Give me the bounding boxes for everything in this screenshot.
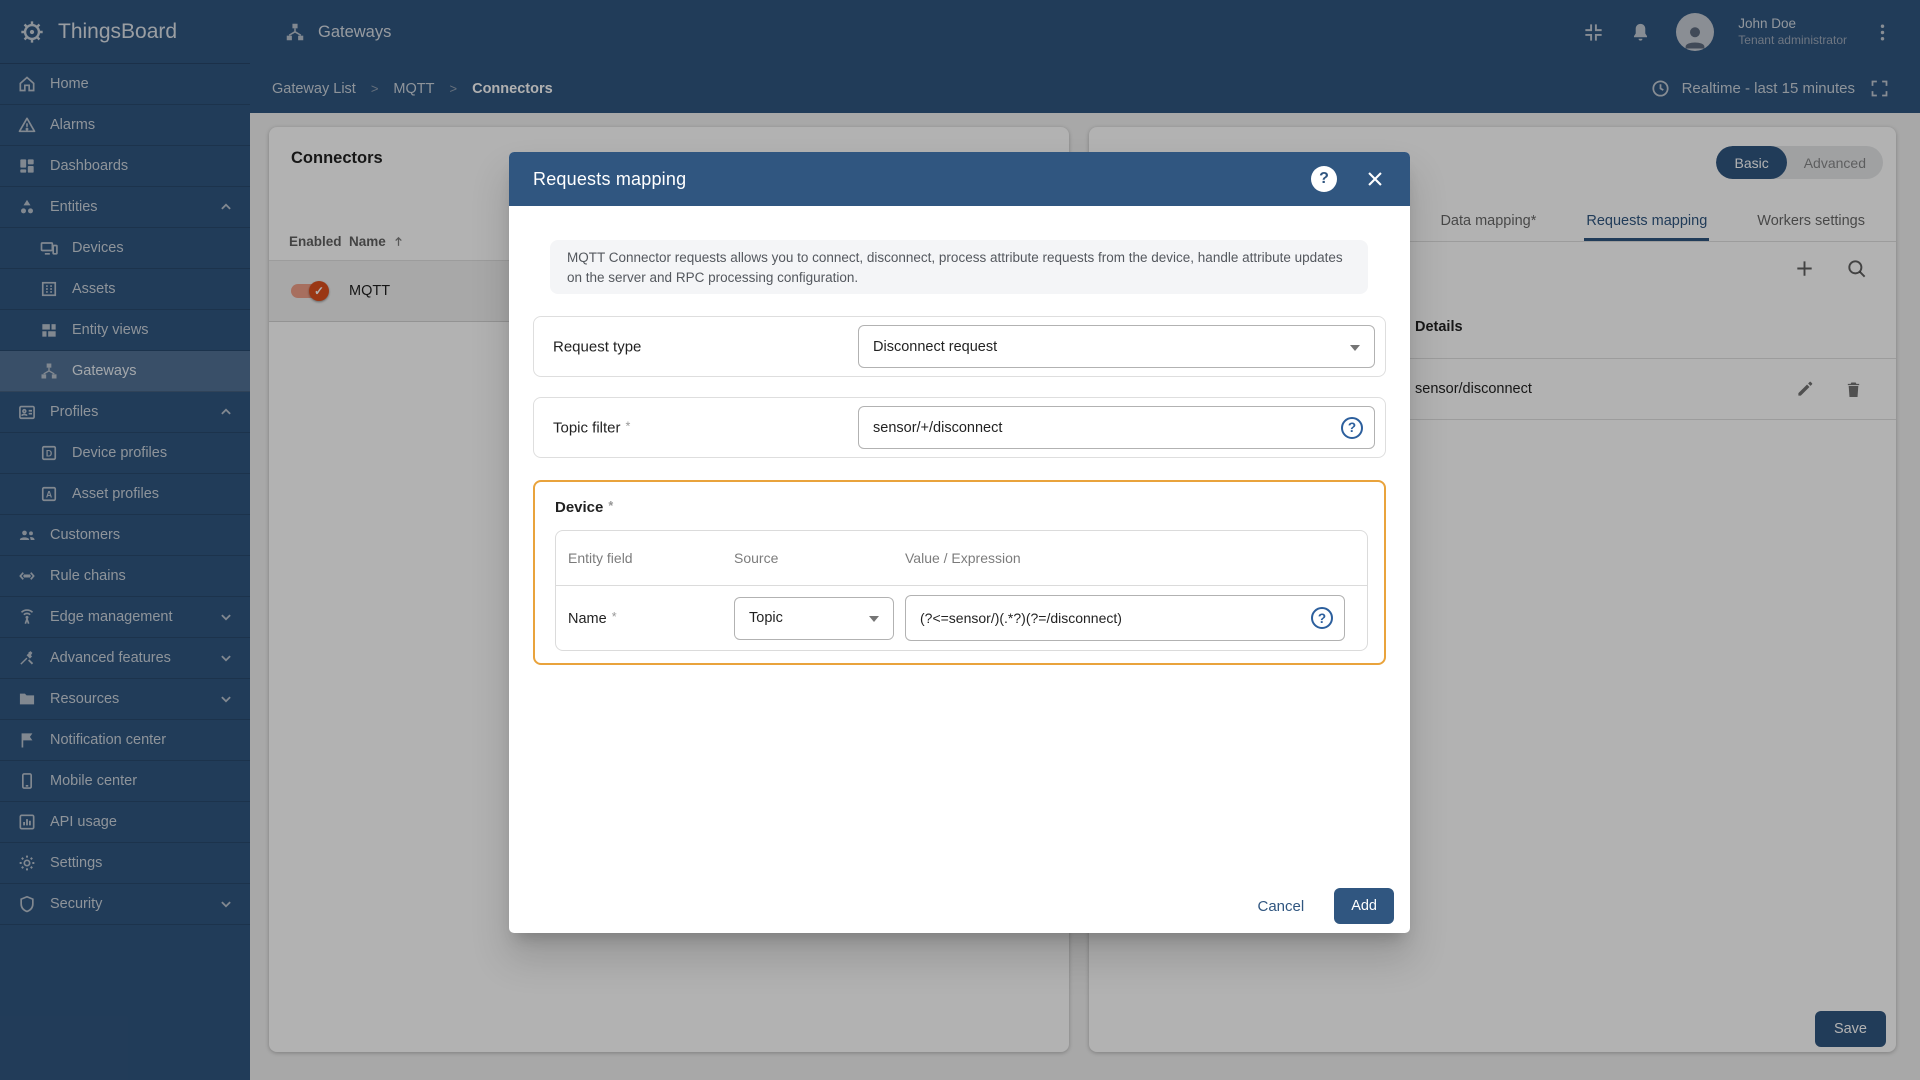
- request-type-label: Request type: [553, 338, 642, 355]
- dialog-footer: Cancel Add: [1257, 888, 1394, 924]
- topic-filter-help-icon[interactable]: ?: [1341, 416, 1363, 439]
- topic-filter-inputbox: ?: [858, 406, 1375, 449]
- device-table-row: Name Topic ?: [556, 586, 1367, 650]
- topic-filter-field: Topic filter ?: [533, 397, 1386, 458]
- device-column-header: Entity field: [568, 550, 633, 566]
- request-type-select[interactable]: Disconnect request: [858, 325, 1375, 368]
- help-icon[interactable]: ?: [1311, 166, 1337, 192]
- chevron-down-icon: [869, 616, 879, 622]
- cancel-button[interactable]: Cancel: [1257, 898, 1304, 915]
- info-banner: MQTT Connector requests allows you to co…: [550, 240, 1368, 294]
- device-column-header: Source: [734, 550, 779, 566]
- device-section: Device Entity field Source Value / Express…: [533, 480, 1386, 665]
- device-label: Device: [555, 499, 613, 516]
- device-expression-inputbox: ?: [905, 595, 1345, 641]
- device-source-select[interactable]: Topic: [734, 596, 894, 640]
- topic-filter-label: Topic filter: [553, 419, 630, 436]
- add-button[interactable]: Add: [1334, 888, 1394, 924]
- topic-filter-input[interactable]: [859, 407, 1374, 448]
- chevron-down-icon: [1350, 344, 1360, 351]
- close-icon[interactable]: [1364, 168, 1386, 190]
- device-table-header: Entity field Source Value / Expression: [556, 531, 1367, 586]
- dialog-title: Requests mapping: [533, 168, 687, 189]
- expression-help-icon[interactable]: ?: [1311, 607, 1333, 629]
- request-type-field: Request type Disconnect request: [533, 316, 1386, 377]
- device-expression-input[interactable]: [906, 596, 1344, 640]
- dialog-header: Requests mapping ?: [509, 152, 1410, 206]
- device-table: Entity field Source Value / Expression Nam…: [555, 530, 1368, 651]
- device-column-header: Value / Expression: [905, 550, 1021, 566]
- requests-mapping-dialog: Requests mapping ? MQTT Connector reques…: [509, 152, 1410, 933]
- device-field-name: Name: [568, 610, 734, 627]
